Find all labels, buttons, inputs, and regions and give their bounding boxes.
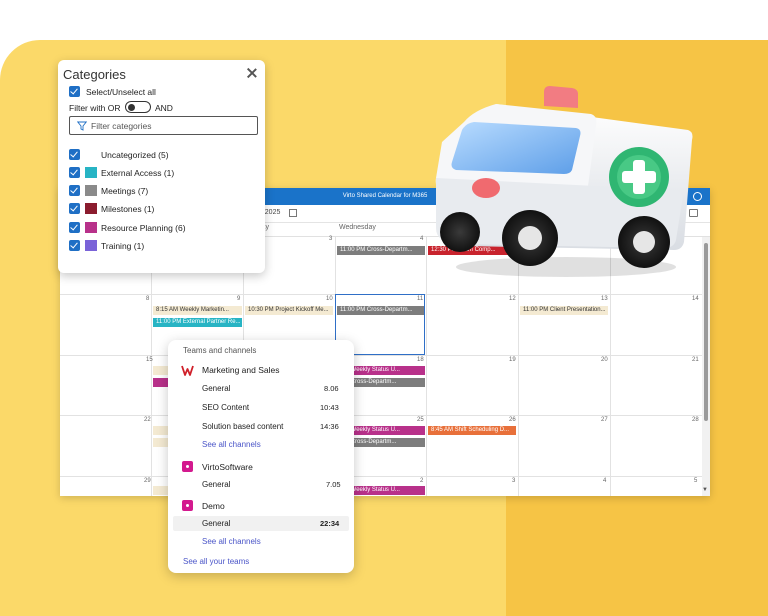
day-number: 29: [144, 478, 151, 484]
day-number: 25: [417, 417, 424, 423]
teams-header: Teams and channels: [183, 346, 257, 355]
teams-channels-panel: Teams and channels Marketing and Sales G…: [168, 340, 354, 573]
day-number: 2: [420, 478, 424, 484]
stage: { "calendar": { "title": "Virto Shared C…: [0, 0, 768, 616]
see-all-teams-link[interactable]: See all your teams: [183, 557, 249, 566]
day-number: 22: [144, 417, 151, 423]
grid-line: [60, 355, 702, 356]
grid-line: [60, 476, 702, 477]
category-label: Meetings (7): [101, 186, 149, 196]
day-number: 9: [237, 296, 241, 302]
filter-or-label: Filter with OR: [69, 103, 121, 113]
category-color-swatch: [85, 240, 97, 251]
category-label: Training (1): [101, 241, 145, 251]
day-header-wednesday: Wednesday: [339, 224, 376, 231]
select-all-checkbox[interactable]: [69, 86, 80, 97]
filter-categories-input[interactable]: [91, 120, 251, 132]
grid-line: [151, 237, 152, 496]
calendar-icon[interactable]: [289, 209, 297, 217]
see-all-channels-link[interactable]: See all channels: [202, 537, 261, 546]
virtosoftware-team-icon: [182, 461, 193, 472]
channel-time: 10:43: [320, 403, 339, 412]
marketing-team-icon: [181, 365, 194, 376]
category-color-swatch: [85, 203, 97, 214]
scrollbar-thumb[interactable]: [704, 243, 708, 421]
category-checkbox-milestones[interactable]: [69, 203, 80, 214]
grid-line: [60, 415, 702, 416]
day-number: 10: [326, 296, 333, 302]
category-checkbox-meetings[interactable]: [69, 185, 80, 196]
category-label: Uncategorized (5): [101, 150, 169, 160]
close-icon[interactable]: [246, 67, 258, 79]
channel-time: 14:36: [320, 422, 339, 431]
filter-and-label: AND: [155, 103, 173, 113]
filter-categories-box[interactable]: [69, 116, 258, 135]
toggle-knob: [128, 103, 135, 111]
funnel-icon: [77, 121, 87, 131]
category-checkbox-uncategorized[interactable]: [69, 149, 80, 160]
scroll-down-arrow-icon[interactable]: ▼: [702, 487, 708, 493]
day-number: 3: [512, 478, 516, 484]
day-number: 26: [509, 417, 516, 423]
channel-name[interactable]: Solution based content: [202, 422, 283, 431]
channel-time: 22:34: [320, 519, 340, 528]
day-number: 4: [420, 236, 424, 242]
category-color-swatch: [85, 222, 97, 233]
calendar-title: Virto Shared Calendar for M365: [342, 193, 428, 199]
day-number: 21: [692, 357, 699, 363]
day-number: 4: [603, 478, 607, 484]
channel-name[interactable]: General: [202, 519, 230, 528]
channel-name[interactable]: General: [202, 480, 230, 489]
day-number: 20: [601, 357, 608, 363]
category-label: Milestones (1): [101, 204, 155, 214]
see-all-channels-link[interactable]: See all channels: [202, 440, 261, 449]
calendar-event[interactable]: 11:00 PM External Partner Re...: [153, 318, 242, 327]
day-number: 5: [694, 478, 698, 484]
calendar-event[interactable]: 11:00 PM Cross-Departm...: [337, 246, 425, 255]
category-label: Resource Planning (6): [101, 223, 186, 233]
day-number: 18: [417, 357, 424, 363]
day-number: 28: [692, 417, 699, 423]
calendar-event[interactable]: 10:30 PM Project Kickoff Me...: [245, 306, 333, 315]
channel-time: 8.06: [324, 384, 339, 393]
category-checkbox-external-access[interactable]: [69, 167, 80, 178]
day-number: 8: [146, 296, 150, 302]
day-number: 27: [601, 417, 608, 423]
day-number: 14: [692, 296, 699, 302]
ambulance-illustration: [435, 86, 693, 277]
category-color-swatch: [85, 185, 97, 196]
day-number: 19: [509, 357, 516, 363]
team-name[interactable]: Marketing and Sales: [202, 365, 280, 375]
team-name[interactable]: VirtoSoftware: [202, 462, 253, 472]
channel-time: 7.05: [326, 480, 341, 489]
day-number: 12: [509, 296, 516, 302]
category-checkbox-training[interactable]: [69, 240, 80, 251]
select-all-label: Select/Unselect all: [86, 87, 156, 97]
day-number: 13: [601, 296, 608, 302]
categories-panel: Categories Select/Unselect all Filter wi…: [58, 60, 265, 273]
category-label: External Access (1): [101, 168, 175, 178]
channel-name[interactable]: SEO Content: [202, 403, 249, 412]
demo-team-icon: [182, 500, 193, 511]
team-name[interactable]: Demo: [202, 501, 225, 511]
category-color-swatch: [85, 167, 97, 178]
calendar-event[interactable]: 8:45 AM Shift Scheduling D...: [428, 426, 516, 435]
filter-mode-toggle[interactable]: [125, 101, 151, 113]
calendar-event[interactable]: 11:00 PM Client Presentation...: [520, 306, 608, 315]
day-number: 3: [329, 236, 333, 242]
categories-title: Categories: [63, 67, 126, 82]
calendar-event[interactable]: 8:15 AM Weekly Marketin...: [153, 306, 242, 315]
channel-name[interactable]: General: [202, 384, 230, 393]
day-number: 15: [146, 357, 153, 363]
category-checkbox-resource-planning[interactable]: [69, 222, 80, 233]
